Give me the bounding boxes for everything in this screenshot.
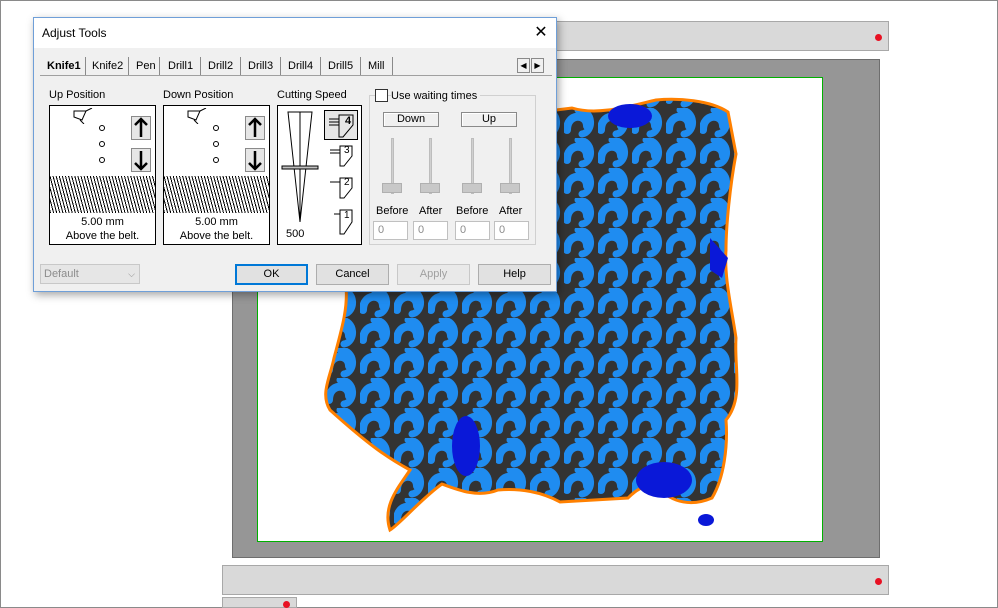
tab-drill2[interactable]: Drill2 [203, 57, 241, 75]
status-dot-icon [875, 34, 882, 41]
chevron-down-icon: ⌵ [128, 269, 135, 279]
preset-combo-value: Default [44, 268, 79, 280]
dark-patch [608, 104, 652, 128]
down-header: Down [383, 112, 439, 127]
up-after-input[interactable]: 0 [494, 221, 529, 240]
dialog-title: Adjust Tools [42, 26, 107, 40]
speed-level-icon [330, 177, 353, 199]
tab-pen[interactable]: Pen [131, 57, 160, 75]
tab-drill5[interactable]: Drill5 [323, 57, 361, 75]
ok-button[interactable]: OK [235, 264, 308, 285]
down-before-input[interactable]: 0 [373, 221, 408, 240]
down-position-panel[interactable]: 5.00 mm Above the belt. [163, 105, 270, 245]
up-arrow-icon[interactable] [245, 116, 265, 140]
position-dots [213, 125, 219, 163]
waiting-times-checkbox[interactable] [375, 89, 388, 102]
position-dots [99, 125, 105, 163]
belt-hatch [50, 176, 155, 213]
down-before-slider-thumb[interactable] [382, 183, 402, 193]
up-after-label: After [499, 205, 523, 217]
dark-patch [452, 416, 480, 476]
speed-cone-icon [281, 111, 319, 223]
adjust-tools-dialog: Adjust Tools ✕ Knife1 Knife2 Pen Drill1 … [33, 17, 557, 292]
speed-level-1-label: 1 [344, 210, 350, 221]
down-position-label: Down Position [163, 89, 234, 101]
down-position-value: 5.00 mm [195, 216, 238, 228]
cutting-speed-label: Cutting Speed [277, 89, 347, 101]
dark-patch [698, 514, 714, 526]
tab-separator [40, 75, 552, 76]
tab-drill4[interactable]: Drill4 [283, 57, 321, 75]
down-arrow-icon[interactable] [131, 148, 151, 172]
belt-hatch [164, 176, 269, 213]
knife-icon [73, 108, 93, 124]
down-after-slider-thumb[interactable] [420, 183, 440, 193]
up-position-value: 5.00 mm [81, 216, 124, 228]
tab-scroll-right-icon[interactable]: ▶ [531, 58, 544, 73]
up-after-slider-thumb[interactable] [500, 183, 520, 193]
cutting-speed-value: 500 [286, 228, 305, 240]
bottom-tab[interactable] [222, 597, 297, 608]
dark-patch [636, 462, 692, 498]
up-before-input[interactable]: 0 [455, 221, 490, 240]
tab-knife2[interactable]: Knife2 [87, 57, 129, 75]
tab-drill3[interactable]: Drill3 [243, 57, 281, 75]
speed-level-3-label: 3 [344, 145, 350, 156]
speed-level-icon [334, 209, 353, 235]
knife-icon [187, 108, 207, 124]
status-dot-icon [875, 578, 882, 585]
speed-level-icon [329, 114, 354, 138]
tab-scroll-left-icon[interactable]: ◀ [517, 58, 530, 73]
tab-drill1[interactable]: Drill1 [163, 57, 201, 75]
speed-level-1[interactable]: 1 [328, 206, 356, 236]
dialog-titlebar: Adjust Tools ✕ [34, 18, 556, 48]
close-icon[interactable]: ✕ [526, 18, 556, 48]
preset-combo[interactable]: Default ⌵ [40, 264, 140, 284]
apply-button[interactable]: Apply [397, 264, 470, 285]
up-position-label: Up Position [49, 89, 106, 101]
down-before-label: Before [376, 205, 409, 217]
tab-mill[interactable]: Mill [363, 57, 393, 75]
speed-level-4[interactable]: 4 [324, 110, 358, 140]
up-arrow-icon[interactable] [131, 116, 151, 140]
down-arrow-icon[interactable] [245, 148, 265, 172]
up-position-note: Above the belt. [65, 230, 140, 242]
up-position-panel[interactable]: 5.00 mm Above the belt. [49, 105, 156, 245]
cancel-button[interactable]: Cancel [316, 264, 389, 285]
status-dot-icon [283, 601, 290, 608]
speed-level-2[interactable]: 2 [328, 174, 356, 200]
up-before-slider-thumb[interactable] [462, 183, 482, 193]
speed-level-2-label: 2 [344, 177, 350, 188]
speed-level-icon [330, 145, 353, 167]
speed-level-3[interactable]: 3 [328, 142, 356, 168]
down-after-input[interactable]: 0 [413, 221, 448, 240]
down-position-note: Above the belt. [179, 230, 254, 242]
tab-knife1[interactable]: Knife1 [42, 57, 86, 75]
help-button[interactable]: Help [478, 264, 551, 285]
up-before-label: Before [456, 205, 489, 217]
cutting-speed-panel[interactable]: 500 4 3 2 1 [277, 105, 362, 245]
up-header: Up [461, 112, 517, 127]
waiting-times-label[interactable]: Use waiting times [391, 90, 481, 102]
bottom-toolbar [222, 565, 889, 595]
speed-level-4-label: 4 [345, 115, 352, 127]
down-after-label: After [419, 205, 443, 217]
